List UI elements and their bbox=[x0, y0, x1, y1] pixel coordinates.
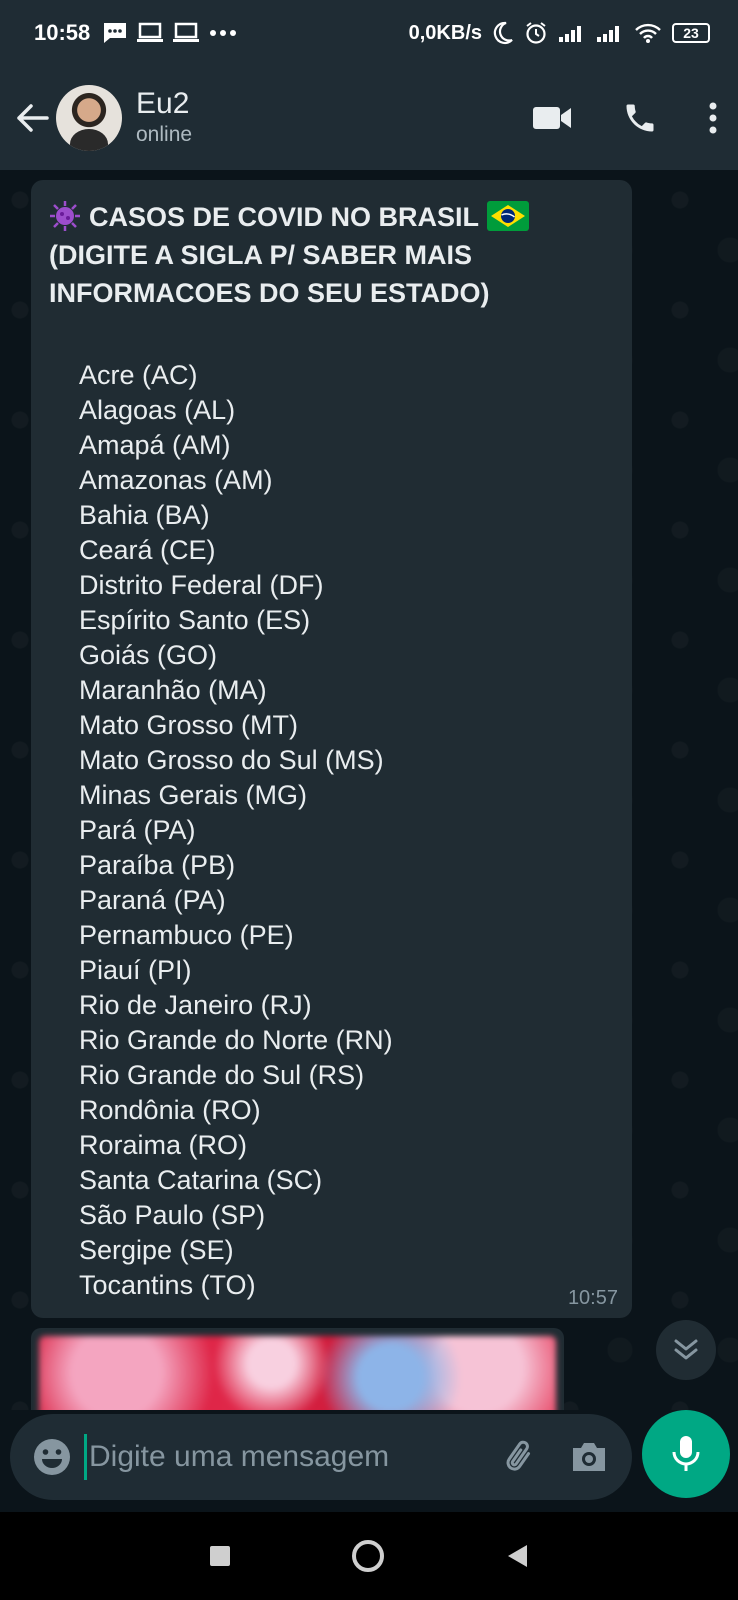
state-item: Mato Grosso (MT) bbox=[79, 710, 299, 740]
state-item: Sergipe (SE) bbox=[79, 1235, 234, 1265]
alarm-icon bbox=[526, 22, 546, 44]
more-vert-icon[interactable] bbox=[708, 101, 718, 135]
scroll-down-button[interactable] bbox=[656, 1320, 716, 1380]
message-heading: CASOS DE COVID NO BRASIL (DIGITE A SIGLA… bbox=[49, 198, 614, 312]
state-item: Minas Gerais (MG) bbox=[79, 780, 308, 810]
composer-bar bbox=[0, 1410, 738, 1512]
video-call-icon[interactable] bbox=[532, 105, 572, 131]
mic-icon bbox=[672, 1436, 700, 1471]
notification-icons bbox=[102, 21, 238, 45]
home-icon[interactable] bbox=[351, 1539, 385, 1573]
message-subtitle: (DIGITE A SIGLA P/ SABER MAIS INFORMACOE… bbox=[49, 240, 490, 308]
system-nav-bar bbox=[0, 1512, 738, 1600]
state-item: Paraíba (PB) bbox=[79, 850, 236, 880]
microbe-icon bbox=[50, 201, 80, 231]
more-dots-icon bbox=[210, 30, 237, 36]
state-item: Acre (AC) bbox=[79, 360, 198, 390]
chat-area[interactable]: CASOS DE COVID NO BRASIL (DIGITE A SIGLA… bbox=[0, 170, 738, 1410]
state-item: Santa Catarina (SC) bbox=[79, 1165, 323, 1195]
states-list: Acre (AC) Alagoas (AL) Amapá (AM) Amazonas … bbox=[49, 358, 614, 1303]
message-input[interactable] bbox=[84, 1434, 478, 1480]
double-chevron-down-icon bbox=[674, 1339, 698, 1360]
brazil-flag-icon bbox=[487, 201, 530, 231]
net-speed: 0,0KB/s bbox=[408, 21, 482, 44]
state-item: Rio Grande do Sul (RS) bbox=[79, 1060, 365, 1090]
message-title: CASOS DE COVID NO BRASIL bbox=[89, 202, 480, 232]
state-item: Ceará (CE) bbox=[79, 535, 216, 565]
state-item: Roraima (RO) bbox=[79, 1130, 248, 1160]
state-item: Alagoas (AL) bbox=[79, 395, 236, 425]
state-item: Amazonas (AM) bbox=[79, 465, 273, 495]
status-bar: 10:58 0,0KB/s 23 bbox=[0, 0, 738, 66]
state-item: Paraná (PA) bbox=[79, 885, 226, 915]
state-item: Distrito Federal (DF) bbox=[79, 570, 324, 600]
avatar[interactable] bbox=[56, 85, 122, 151]
battery-icon: 23 bbox=[672, 23, 710, 43]
state-item: Espírito Santo (ES) bbox=[79, 605, 311, 635]
moon-icon bbox=[493, 21, 513, 45]
arrow-left-icon bbox=[17, 104, 49, 132]
state-item: Tocantins (TO) bbox=[79, 1270, 256, 1300]
status-bar-left: 10:58 bbox=[34, 20, 238, 46]
header-actions bbox=[532, 100, 718, 136]
clock: 10:58 bbox=[34, 20, 91, 45]
state-item: Rio Grande do Norte (RN) bbox=[79, 1025, 393, 1055]
attach-button[interactable] bbox=[496, 1432, 546, 1482]
signal-icon bbox=[597, 26, 619, 42]
wifi-icon bbox=[635, 23, 661, 43]
message-time: 10:57 bbox=[567, 1287, 618, 1309]
state-item: Rondônia (RO) bbox=[79, 1095, 261, 1125]
state-item: Bahia (BA) bbox=[79, 500, 210, 530]
emoji-button[interactable] bbox=[30, 1435, 74, 1479]
back-button[interactable] bbox=[12, 98, 52, 138]
state-item: Rio de Janeiro (RJ) bbox=[79, 990, 312, 1020]
state-item: Maranhão (MA) bbox=[79, 675, 267, 705]
state-item: Piauí (PI) bbox=[79, 955, 192, 985]
state-item: São Paulo (SP) bbox=[79, 1200, 266, 1230]
mic-button[interactable] bbox=[642, 1410, 730, 1498]
camera-button[interactable] bbox=[564, 1432, 614, 1482]
state-item: Goiás (GO) bbox=[79, 640, 218, 670]
emoji-icon bbox=[34, 1439, 70, 1475]
phone-icon[interactable] bbox=[622, 100, 658, 136]
back-nav-icon[interactable] bbox=[505, 1543, 529, 1569]
message-icon bbox=[104, 23, 127, 43]
state-item: Pernambuco (PE) bbox=[79, 920, 294, 950]
message-bubble[interactable]: CASOS DE COVID NO BRASIL (DIGITE A SIGLA… bbox=[31, 180, 632, 1318]
contact-info[interactable]: Eu2 online bbox=[136, 87, 532, 149]
state-item: Pará (PA) bbox=[79, 815, 196, 845]
image-message[interactable] bbox=[31, 1328, 564, 1410]
image-preview[interactable] bbox=[39, 1336, 556, 1410]
state-item: Mato Grosso do Sul (MS) bbox=[79, 745, 384, 775]
state-item: Amapá (AM) bbox=[79, 430, 231, 460]
composer bbox=[10, 1414, 632, 1500]
status-bar-right: 0,0KB/s 23 bbox=[409, 21, 710, 45]
signal-icon bbox=[559, 26, 581, 42]
camera-icon bbox=[573, 1443, 605, 1471]
laptop-icon bbox=[173, 22, 200, 42]
paperclip-icon bbox=[506, 1440, 531, 1471]
recents-icon[interactable] bbox=[209, 1545, 231, 1567]
contact-name: Eu2 bbox=[136, 87, 190, 120]
contact-status: online bbox=[136, 123, 193, 146]
chat-header: Eu2 online bbox=[0, 66, 738, 170]
laptop-icon bbox=[137, 22, 164, 42]
